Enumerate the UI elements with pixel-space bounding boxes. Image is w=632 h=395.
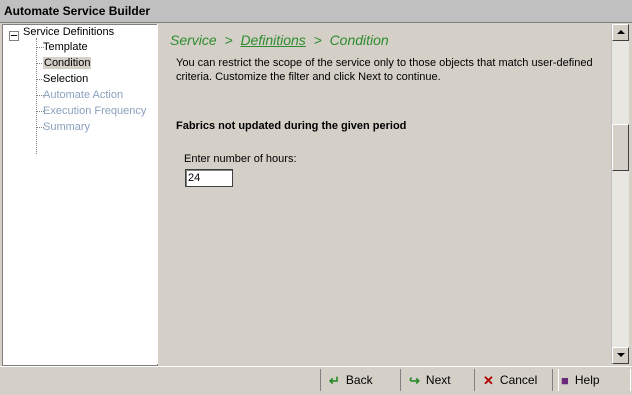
vertical-scrollbar[interactable] (611, 24, 629, 364)
button-bar: ↵ Back ↪ Next ✕ Cancel ■ Help (0, 366, 632, 395)
tree-collapse-icon[interactable] (9, 31, 19, 41)
scroll-thumb[interactable] (612, 124, 629, 171)
wizard-window: Automate Service Builder Service Definit… (0, 0, 632, 395)
cancel-x-icon: ✕ (483, 372, 494, 388)
content-panel: Service > Definitions > Condition You ca… (162, 24, 610, 364)
next-arrow-icon: ↪ (409, 372, 420, 388)
cancel-button-label: Cancel (499, 373, 538, 387)
tree-item-label: Condition (43, 57, 92, 69)
tree-item-summary: Summary (43, 121, 90, 133)
tree-item-label: Selection (43, 73, 89, 85)
tree-item-condition[interactable]: Condition (43, 57, 92, 69)
back-button[interactable]: ↵ Back (320, 369, 401, 391)
next-button-label: Next (425, 373, 451, 387)
help-button-label: Help (574, 373, 600, 387)
window-title: Automate Service Builder (4, 4, 151, 18)
cancel-button[interactable]: ✕ Cancel (474, 369, 559, 391)
tree-item-label: Template (43, 41, 88, 53)
hours-input[interactable]: 24 (185, 169, 233, 187)
arrow-down-icon (617, 353, 625, 357)
scroll-down-button[interactable] (612, 347, 629, 364)
filter-heading: Fabrics not updated during the given per… (176, 120, 407, 132)
navigation-tree: Service Definitions Template Condition S… (2, 24, 158, 366)
hours-label: Enter number of hours: (184, 153, 297, 165)
tree-item-label: Summary (43, 121, 91, 133)
tree-root-service-definitions[interactable]: Service Definitions (23, 26, 114, 38)
description-text: You can restrict the scope of the servic… (176, 57, 593, 83)
help-button[interactable]: ■ Help (552, 369, 631, 391)
breadcrumb-separator: > (313, 32, 322, 48)
next-button[interactable]: ↪ Next (400, 369, 475, 391)
breadcrumb-separator: > (224, 32, 233, 48)
tree-item-label: Execution Frequency (43, 105, 147, 117)
scroll-up-button[interactable] (612, 24, 629, 41)
help-book-icon: ■ (561, 372, 569, 388)
tree-item-label: Automate Action (43, 89, 124, 101)
tree-item-template[interactable]: Template (43, 41, 88, 53)
breadcrumb-definitions-link[interactable]: Definitions (240, 32, 305, 48)
arrow-up-icon (617, 30, 625, 34)
title-bar: Automate Service Builder (0, 0, 632, 23)
tree-root-label: Service Definitions (23, 26, 115, 38)
tree-item-selection[interactable]: Selection (43, 73, 88, 85)
breadcrumb: Service > Definitions > Condition (170, 32, 389, 48)
tree-item-execution-frequency: Execution Frequency (43, 105, 146, 117)
back-arrow-icon: ↵ (329, 372, 340, 388)
tree-item-automate-action: Automate Action (43, 89, 123, 101)
breadcrumb-condition: Condition (329, 32, 389, 48)
back-button-label: Back (345, 373, 373, 387)
breadcrumb-service: Service (170, 32, 217, 48)
